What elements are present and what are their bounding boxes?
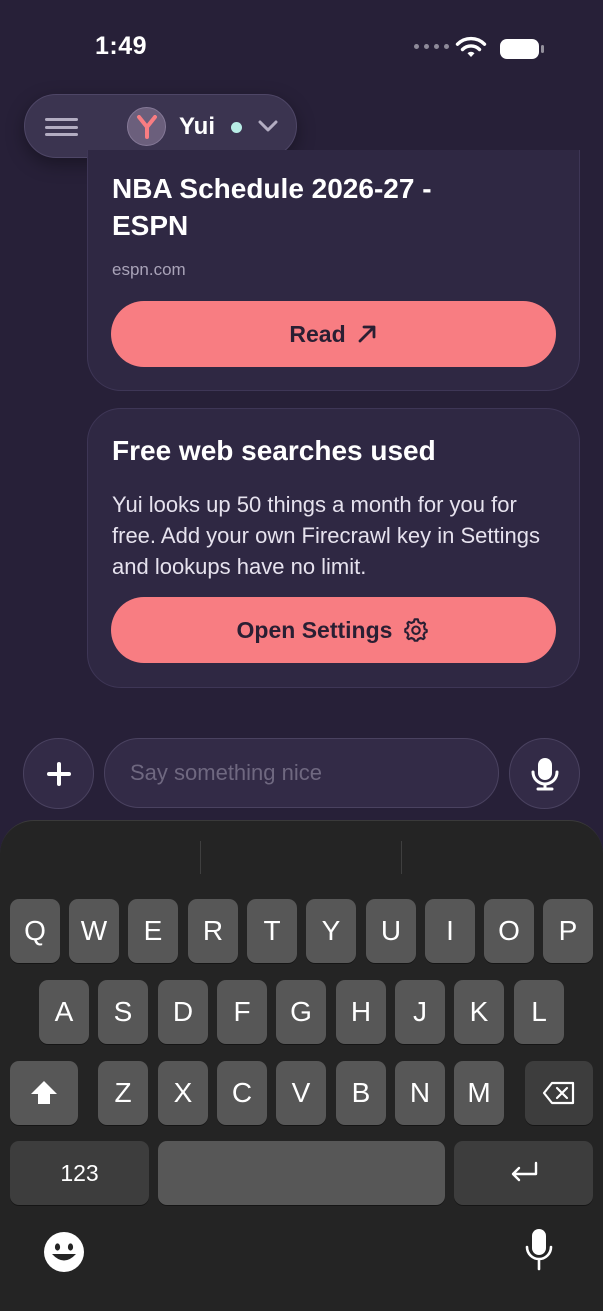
- key-a[interactable]: A: [39, 980, 89, 1044]
- key-l[interactable]: L: [514, 980, 564, 1044]
- dictation-microphone-icon[interactable]: [524, 1227, 554, 1273]
- return-icon: [511, 1161, 537, 1182]
- link-title: NBA Schedule 2026-27 - ESPN: [112, 173, 432, 241]
- key-j[interactable]: J: [395, 980, 445, 1044]
- search-limit-body: Yui looks up 50 things a month for you f…: [112, 492, 540, 579]
- shift-key[interactable]: [10, 1061, 78, 1125]
- link-domain: espn.com: [112, 260, 186, 279]
- plus-icon: [46, 761, 71, 786]
- read-button[interactable]: Read: [111, 301, 556, 367]
- key-f[interactable]: F: [217, 980, 267, 1044]
- key-p[interactable]: P: [543, 899, 593, 963]
- gear-icon: [404, 618, 429, 642]
- key-s[interactable]: S: [98, 980, 148, 1044]
- key-i[interactable]: I: [425, 899, 475, 963]
- message-input[interactable]: [130, 760, 498, 786]
- key-t[interactable]: T: [247, 899, 297, 963]
- suggestion-divider: [200, 841, 201, 874]
- battery-icon: [500, 39, 544, 59]
- chevron-down-icon[interactable]: [257, 117, 279, 135]
- return-key[interactable]: [454, 1141, 593, 1205]
- signal-dots-icon: [414, 44, 449, 49]
- status-bar: 1:49: [0, 0, 603, 90]
- key-z[interactable]: Z: [98, 1061, 148, 1125]
- arrow-up-right-icon: [358, 325, 376, 343]
- key-y[interactable]: Y: [306, 899, 356, 963]
- numbers-key[interactable]: 123: [10, 1141, 149, 1205]
- status-time: 1:49: [95, 32, 148, 60]
- key-x[interactable]: X: [158, 1061, 208, 1125]
- key-b[interactable]: B: [336, 1061, 386, 1125]
- voice-input-button[interactable]: [509, 738, 580, 809]
- key-k[interactable]: K: [454, 980, 504, 1044]
- agent-header: Yui: [24, 94, 297, 158]
- backspace-icon: [542, 1081, 575, 1105]
- backspace-key[interactable]: [525, 1061, 593, 1125]
- agent-name[interactable]: Yui: [179, 113, 215, 141]
- suggestion-divider: [401, 841, 402, 874]
- message-input-container[interactable]: [104, 738, 499, 808]
- open-settings-label: Open Settings: [236, 616, 393, 643]
- add-attachment-button[interactable]: [23, 738, 94, 809]
- read-button-label: Read: [289, 320, 346, 347]
- key-o[interactable]: O: [484, 899, 534, 963]
- wifi-icon: [455, 36, 487, 57]
- open-settings-button[interactable]: Open Settings: [111, 597, 556, 663]
- key-u[interactable]: U: [366, 899, 416, 963]
- key-e[interactable]: E: [128, 899, 178, 963]
- emoji-icon[interactable]: [43, 1231, 85, 1273]
- shift-icon: [31, 1081, 57, 1104]
- avatar-logo-icon: [136, 114, 157, 139]
- search-limit-card: Free web searches used Yui looks up 50 t…: [87, 408, 580, 688]
- key-m[interactable]: M: [454, 1061, 504, 1125]
- key-h[interactable]: H: [336, 980, 386, 1044]
- key-v[interactable]: V: [276, 1061, 326, 1125]
- space-key[interactable]: [158, 1141, 445, 1205]
- key-n[interactable]: N: [395, 1061, 445, 1125]
- microphone-icon: [531, 757, 558, 790]
- online-status-dot: [231, 122, 242, 133]
- on-screen-keyboard: Q W E R T Y U I O P A S D F G H J K L Z …: [0, 820, 603, 1311]
- menu-icon[interactable]: [45, 118, 78, 136]
- key-g[interactable]: G: [276, 980, 326, 1044]
- search-limit-title: Free web searches used: [112, 435, 436, 466]
- key-r[interactable]: R: [188, 899, 238, 963]
- avatar[interactable]: [127, 107, 166, 146]
- key-c[interactable]: C: [217, 1061, 267, 1125]
- key-d[interactable]: D: [158, 980, 208, 1044]
- key-w[interactable]: W: [69, 899, 119, 963]
- link-preview-card: NBA Schedule 2026-27 - ESPN espn.com Rea…: [87, 150, 580, 391]
- key-q[interactable]: Q: [10, 899, 60, 963]
